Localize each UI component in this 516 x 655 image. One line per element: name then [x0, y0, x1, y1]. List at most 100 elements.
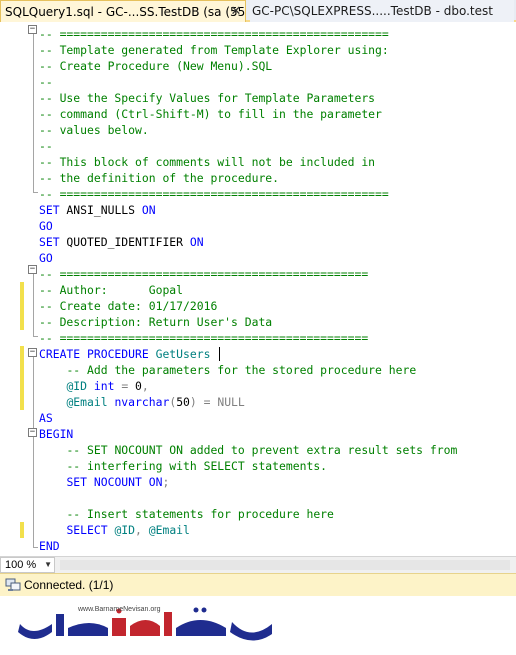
code-line: -- =====================================… [39, 266, 368, 282]
code-token: 0 [128, 379, 142, 393]
editor-gutter [0, 22, 20, 554]
code-line: -- Create Procedure (New Menu).SQL [39, 58, 272, 74]
code-token: -- values below. [39, 123, 149, 137]
text-cursor [219, 347, 221, 361]
code-token: SET [39, 203, 60, 217]
code-line: -- Create date: 01/17/2016 [39, 298, 217, 314]
code-line: -- [39, 138, 53, 154]
code-line: -- =====================================… [39, 330, 368, 346]
code-line: -- This block of comments will not be in… [39, 154, 375, 170]
chevron-down-icon: ▼ [44, 560, 52, 569]
code-token: -- Author: Gopal [39, 283, 184, 297]
tab-dbo-test[interactable]: GC-PC\SQLEXPRESS.....TestDB - dbo.test [250, 0, 514, 22]
code-token: , [141, 379, 149, 393]
code-line: SET QUOTED_IDENTIFIER ON [39, 234, 204, 250]
code-token: -- Add the parameters for the stored pro… [66, 363, 417, 377]
code-token: SET [39, 235, 60, 249]
collapse-procedure-icon[interactable]: − [28, 348, 37, 357]
code-token: -- interfering with SELECT statements. [66, 459, 328, 473]
code-line: @Email nvarchar(50) = NULL [39, 394, 245, 410]
database-connected-icon [5, 578, 21, 591]
code-line: -- Template generated from Template Expl… [39, 42, 389, 58]
code-token: -- [39, 139, 53, 153]
code-token: ) [189, 395, 197, 409]
code-token: GetUsers [155, 347, 211, 361]
code-line: -- Add the parameters for the stored pro… [39, 362, 416, 378]
code-line: -- Description: Return User's Data [39, 314, 272, 330]
code-token: , [135, 523, 142, 537]
code-token: = NULL [203, 395, 245, 409]
code-token: GO [39, 219, 53, 233]
code-line: -- command (Ctrl-Shift-M) to fill in the… [39, 106, 382, 122]
collapse-header-block-icon[interactable]: − [28, 265, 37, 274]
zoom-dropdown[interactable]: 100 % ▼ [0, 557, 55, 573]
outline-line [33, 357, 34, 547]
code-line: SET NOCOUNT ON; [39, 474, 169, 490]
code-line: AS [39, 410, 53, 426]
code-token: ANSI_NULLS [59, 203, 142, 217]
code-line: -- values below. [39, 122, 149, 138]
code-token: -- [39, 75, 53, 89]
code-line: SET ANSI_NULLS ON [39, 202, 156, 218]
code-line: SELECT @ID, @Email [39, 522, 190, 538]
close-tab-icon[interactable]: ✕ [228, 4, 244, 20]
code-token: ON [189, 235, 204, 249]
code-token: -- =====================================… [39, 331, 369, 345]
editor-bottom-bar: 100 % ▼ [0, 556, 516, 573]
collapse-comment-block-icon[interactable]: − [28, 25, 37, 34]
horizontal-scrollbar[interactable] [60, 560, 510, 570]
code-line: -- interfering with SELECT statements. [39, 458, 327, 474]
code-line: -- =====================================… [39, 26, 389, 42]
tab-dbo-test-label: GC-PC\SQLEXPRESS.....TestDB - dbo.test [252, 4, 493, 18]
document-tab-strip: SQLQuery1.sql - GC-...SS.TestDB (sa (55)… [0, 0, 516, 22]
change-marker [20, 282, 24, 330]
collapse-begin-block-icon[interactable]: − [28, 428, 37, 437]
change-marker [20, 346, 24, 410]
code-token: AS [39, 411, 53, 425]
code-token: ; [162, 475, 170, 489]
code-token: -- Create Procedure (New Menu).SQL [39, 59, 273, 73]
outline-end [33, 547, 38, 548]
code-line: -- =====================================… [39, 186, 389, 202]
code-token: -- Create date: 01/17/2016 [39, 299, 218, 313]
code-token: GO [39, 251, 53, 265]
tab-sqlquery1[interactable]: SQLQuery1.sql - GC-...SS.TestDB (sa (55)… [0, 0, 246, 22]
code-line: -- Author: Gopal [39, 282, 183, 298]
code-line: -- SET NOCOUNT ON added to prevent extra… [39, 442, 457, 458]
code-line: GO [39, 250, 53, 266]
query-editor[interactable]: − − − − -- =============================… [0, 22, 516, 554]
code-token: @Email [148, 523, 190, 537]
code-line: -- [39, 74, 53, 90]
code-token: -- This block of comments will not be in… [39, 155, 376, 169]
code-line: -- the definition of the procedure. [39, 170, 279, 186]
code-token: -- =====================================… [39, 187, 389, 201]
code-token: END [39, 539, 60, 553]
code-token: -- the definition of the procedure. [39, 171, 280, 185]
code-token: -- =====================================… [39, 267, 369, 281]
code-token: -- Description: Return User's Data [39, 315, 273, 329]
code-token: -- Use the Specify Values for Template P… [39, 91, 376, 105]
code-line: END [39, 538, 60, 554]
code-token: -- Template generated from Template Expl… [39, 43, 389, 57]
code-token: 50 [176, 395, 190, 409]
code-token: -- Insert statements for procedure here [66, 507, 334, 521]
outline-line [33, 34, 34, 192]
code-token: -- =====================================… [39, 27, 389, 41]
code-token: @Email [66, 395, 108, 409]
outline-line [33, 274, 34, 336]
code-line: -- Insert statements for procedure here [39, 506, 334, 522]
code-token: int [93, 379, 115, 393]
code-token: @ID [66, 379, 88, 393]
code-token: @ID [114, 523, 136, 537]
